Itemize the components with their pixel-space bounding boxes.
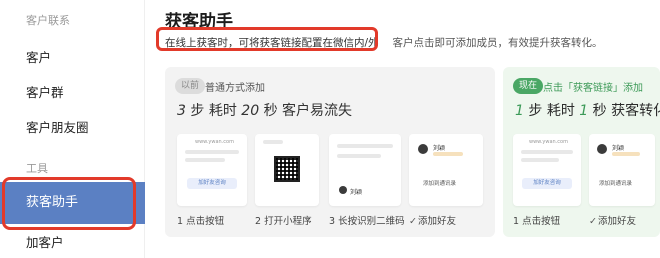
mockup-bar xyxy=(521,158,559,162)
caption-add-friend-text: 添加好友 xyxy=(417,216,456,227)
mockup-bar xyxy=(185,158,225,162)
mockup-card-contact: 刘颖 添加到通讯录 xyxy=(589,134,655,206)
caption-add-friend: ✓添加好友 xyxy=(589,213,636,227)
stat-before: 3 步 耗时 20 秒 客户易流失 xyxy=(177,100,352,120)
time-label-before: 耗时 xyxy=(208,103,237,119)
mockup-add-friend-button: 加好友咨询 xyxy=(522,178,572,189)
result-now: 获客转化高 xyxy=(611,103,660,119)
sidebar-item-customers[interactable]: 客户 xyxy=(26,47,51,66)
time-unit-before: 秒 xyxy=(263,103,278,119)
sidebar-item-add-customer[interactable]: 加客户 xyxy=(26,232,64,251)
sidebar: 客户联系 客户 客户群 客户朋友圈 工具 获客助手 加客户 xyxy=(0,0,145,258)
caption-step-1: 1 点击按钮 xyxy=(513,216,561,227)
mockup-add-friend-button: 加好友咨询 xyxy=(187,178,237,189)
caption-step-1: 1 点击按钮 xyxy=(177,216,225,227)
check-icon: ✓ xyxy=(589,216,597,227)
time-label-now: 耗时 xyxy=(546,103,575,119)
result-before: 客户易流失 xyxy=(282,103,353,119)
description: 在线上获客时，可将获客链接配置在微信内/外 客户点击即可添加成员，有效提升获客转化… xyxy=(165,35,603,50)
sidebar-item-acquisition-assistant[interactable]: 获客助手 xyxy=(0,182,145,224)
sidebar-item-moments[interactable]: 客户朋友圈 xyxy=(26,117,89,136)
mockup-bar xyxy=(433,152,463,156)
mockup-bar xyxy=(612,152,640,156)
mockup-name: 刘颖 xyxy=(612,145,625,152)
steps-unit-now: 步 xyxy=(528,103,543,119)
page-title: 获客助手 xyxy=(165,12,233,32)
mockup-bar xyxy=(521,150,573,154)
badge-now: 现在 xyxy=(513,78,544,94)
steps-num-now: 1 xyxy=(515,103,524,119)
time-unit-now: 秒 xyxy=(592,103,607,119)
mockup-bar xyxy=(263,140,283,144)
avatar xyxy=(597,144,607,154)
section-label-tools: 工具 xyxy=(26,162,48,175)
mockup-name: 刘颖 xyxy=(433,145,446,152)
time-num-before: 20 xyxy=(241,103,260,119)
mockup-card-contact: 刘颖 添加到通讯录 xyxy=(409,134,483,206)
mockup-name: 刘颖 xyxy=(350,189,363,196)
qr-code-icon xyxy=(274,156,300,182)
mockup-url: www.ywan.com xyxy=(529,139,568,145)
mockup-url: www.ywan.com xyxy=(195,139,234,145)
check-icon: ✓ xyxy=(409,216,417,227)
avatar xyxy=(339,186,347,194)
stat-now: 1 步 耗时 1 秒 获客转化高 xyxy=(515,100,660,120)
panel-now: 现在 点击「获客链接」添加 1 步 耗时 1 秒 获客转化高 www.ywan.… xyxy=(503,67,660,237)
description-rest: 客户点击即可添加成员，有效提升获客转化。 xyxy=(392,37,603,49)
steps-num-before: 3 xyxy=(177,103,186,119)
mockup-bar xyxy=(185,150,239,154)
mockup-add-contact-link: 添加到通讯录 xyxy=(423,181,457,187)
caption-step-3: 3 长按识别二维码 xyxy=(329,216,405,227)
caption-add-friend-text: 添加好友 xyxy=(597,216,636,227)
panel-before: 以前 普通方式添加 3 步 耗时 20 秒 客户易流失 www.ywan.com… xyxy=(165,67,495,237)
badge-before: 以前 xyxy=(175,78,206,94)
section-label-customer-contact: 客户联系 xyxy=(26,14,70,27)
time-num-now: 1 xyxy=(579,103,589,119)
mockup-add-contact-link: 添加到通讯录 xyxy=(599,181,633,187)
description-highlighted: 在线上获客时，可将获客链接配置在微信内/外 xyxy=(165,37,379,49)
sidebar-item-customer-groups[interactable]: 客户群 xyxy=(26,82,64,101)
method-label-now: 点击「获客链接」添加 xyxy=(543,83,643,94)
mockup-bar xyxy=(337,154,381,158)
caption-step-2: 2 打开小程序 xyxy=(255,216,312,227)
steps-unit-before: 步 xyxy=(190,103,205,119)
avatar xyxy=(418,144,428,154)
mockup-card-miniprogram xyxy=(255,134,319,206)
caption-add-friend: ✓添加好友 xyxy=(409,213,456,227)
mockup-card-scan: 刘颖 xyxy=(329,134,401,206)
mockup-card-webpage: www.ywan.com 加好友咨询 xyxy=(177,134,247,206)
mockup-bar xyxy=(337,144,393,148)
method-label-before: 普通方式添加 xyxy=(205,83,265,94)
mockup-card-webpage: www.ywan.com 加好友咨询 xyxy=(513,134,581,206)
